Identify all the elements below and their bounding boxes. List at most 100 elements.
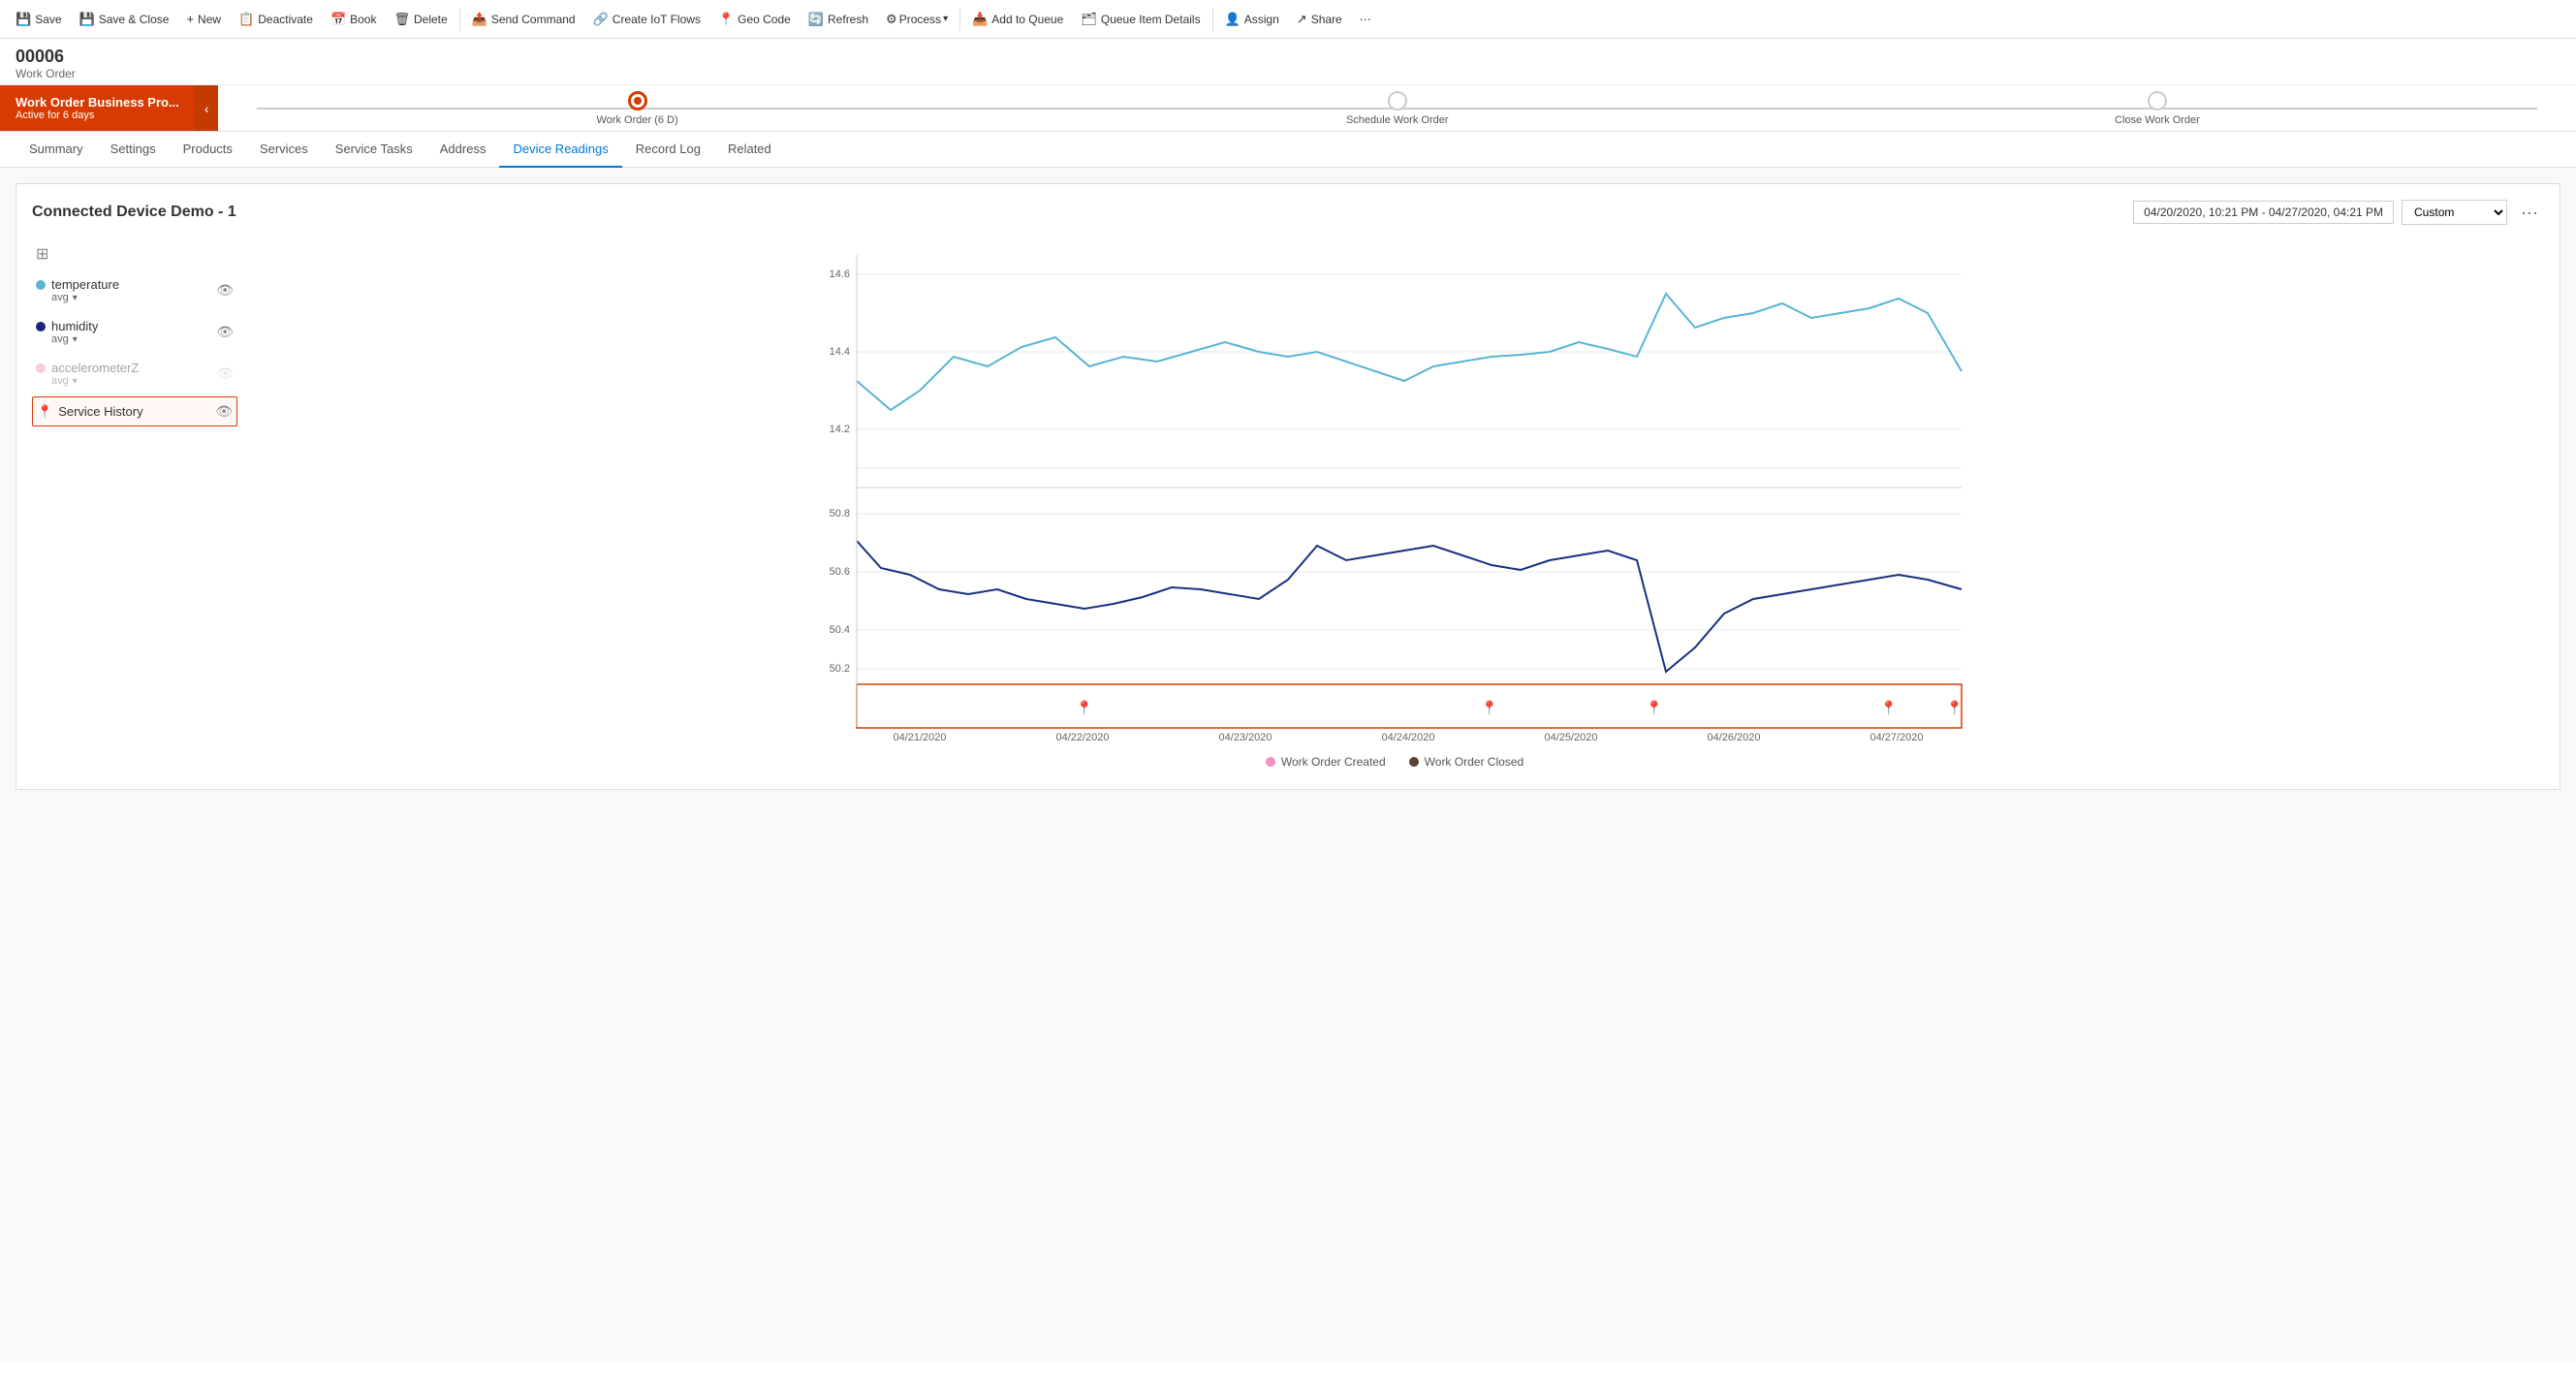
add-to-queue-icon: 📥	[972, 12, 988, 27]
work-order-closed-dot	[1409, 757, 1419, 767]
status-badge: Work Order Business Pro... Active for 6 …	[0, 85, 195, 131]
svg-text:04/22/2020: 04/22/2020	[1055, 732, 1109, 743]
legend-humidity-left: humidity avg ▾	[36, 319, 98, 345]
progress-step-3[interactable]: Close Work Order	[1777, 91, 2537, 126]
temperature-visibility-icon[interactable]: 👁	[216, 282, 234, 299]
temperature-label: temperature	[51, 277, 119, 292]
legend-work-order-created: Work Order Created	[1266, 755, 1386, 769]
record-type: Work Order	[16, 67, 2560, 80]
legend-item-accelerometerz[interactable]: accelerometerZ avg ▾ 👁	[32, 355, 237, 393]
svg-text:50.8: 50.8	[830, 508, 850, 520]
humidity-dot	[36, 322, 46, 331]
refresh-icon: 🔄	[808, 12, 824, 27]
separator-3	[1212, 8, 1213, 31]
deactivate-button[interactable]: 📋 Deactivate	[231, 8, 321, 31]
process-chevron-icon: ▾	[943, 14, 948, 24]
accel-agg: avg ▾	[36, 375, 139, 387]
tab-related[interactable]: Related	[714, 132, 785, 168]
toolbar: 💾 Save 💾 Save & Close + New 📋 Deactivate…	[0, 0, 2576, 39]
send-command-icon: 📤	[472, 12, 487, 27]
svg-text:04/26/2020: 04/26/2020	[1707, 732, 1760, 743]
panel-more-button[interactable]: ···	[2515, 201, 2544, 225]
main-content: Connected Device Demo - 1 04/20/2020, 10…	[0, 168, 2576, 1362]
svg-text:04/21/2020: 04/21/2020	[893, 732, 946, 743]
step-label-3: Close Work Order	[2115, 114, 2200, 126]
chart-container: ⊞ temperature avg ▾ 👁	[32, 240, 2544, 773]
tab-summary[interactable]: Summary	[16, 132, 97, 168]
tab-service-tasks[interactable]: Service Tasks	[322, 132, 426, 168]
legend-item-service-history[interactable]: 📍 Service History 👁	[32, 396, 237, 426]
accel-visibility-icon[interactable]: 👁	[216, 365, 234, 382]
process-icon: ⚙	[886, 12, 897, 27]
delete-button[interactable]: 🗑 Delete	[386, 8, 455, 31]
device-panel-header: Connected Device Demo - 1 04/20/2020, 10…	[32, 200, 2544, 225]
add-to-queue-button[interactable]: 📥 Add to Queue	[964, 8, 1071, 31]
legend-service-left: 📍 Service History	[37, 404, 143, 420]
chart-svg-area: 14.6 14.4 14.2 50.8 50.6 50.4	[245, 240, 2544, 773]
tab-record-log[interactable]: Record Log	[622, 132, 714, 168]
legend-item-temperature[interactable]: temperature avg ▾ 👁	[32, 271, 237, 309]
svg-text:04/27/2020: 04/27/2020	[1869, 732, 1923, 743]
create-iot-flows-button[interactable]: 🔗 Create IoT Flows	[585, 8, 708, 31]
pin-5: 📍	[1946, 700, 1963, 716]
svg-text:04/25/2020: 04/25/2020	[1544, 732, 1597, 743]
save-button[interactable]: 💾 Save	[8, 8, 70, 31]
time-range-select[interactable]: Custom Last 7 Days Last 30 Days Last 90 …	[2402, 200, 2507, 225]
accelerometerz-dot	[36, 363, 46, 373]
more-icon: ⋯	[1360, 13, 1371, 26]
step-label-1: Work Order (6 D)	[597, 114, 678, 126]
tab-device-readings[interactable]: Device Readings	[499, 132, 621, 168]
tab-address[interactable]: Address	[426, 132, 500, 168]
layer-icon-area: ⊞	[32, 240, 237, 271]
share-button[interactable]: ↗ Share	[1289, 8, 1350, 31]
progress-step-1[interactable]: Work Order (6 D)	[257, 91, 1017, 126]
progress-step-2[interactable]: Schedule Work Order	[1018, 91, 1777, 126]
process-button[interactable]: ⚙ Process ▾	[878, 8, 956, 31]
svg-text:50.4: 50.4	[830, 624, 850, 636]
humidity-visibility-icon[interactable]: 👁	[216, 324, 234, 340]
save-close-button[interactable]: 💾 Save & Close	[72, 8, 177, 31]
panel-more-icon: ···	[2521, 203, 2538, 222]
temperature-chevron-icon: ▾	[73, 293, 78, 303]
service-history-bar	[857, 684, 1962, 728]
deactivate-icon: 📋	[238, 12, 254, 27]
tab-settings[interactable]: Settings	[97, 132, 170, 168]
svg-text:50.6: 50.6	[830, 566, 850, 578]
assign-button[interactable]: 👤 Assign	[1217, 8, 1287, 31]
service-history-visibility-icon[interactable]: 👁	[215, 403, 233, 420]
pin-3: 📍	[1646, 700, 1662, 716]
collapse-status-button[interactable]: ‹	[195, 85, 219, 131]
record-id: 00006	[16, 47, 2560, 67]
status-badge-sub: Active for 6 days	[16, 110, 179, 121]
legend-item-humidity[interactable]: humidity avg ▾ 👁	[32, 313, 237, 351]
svg-text:14.2: 14.2	[830, 424, 850, 435]
tab-products[interactable]: Products	[170, 132, 246, 168]
header-right: 04/20/2020, 10:21 PM - 04/27/2020, 04:21…	[2133, 200, 2544, 225]
service-history-pin-icon: 📍	[37, 404, 52, 420]
legend-work-order-closed: Work Order Closed	[1409, 755, 1524, 769]
step-label-2: Schedule Work Order	[1346, 114, 1449, 126]
svg-text:04/24/2020: 04/24/2020	[1381, 732, 1434, 743]
geo-code-button[interactable]: 📍 Geo Code	[710, 8, 799, 31]
tab-services[interactable]: Services	[246, 132, 322, 168]
book-button[interactable]: 📅 Book	[323, 8, 385, 31]
new-icon: +	[186, 12, 194, 26]
chart-legend-bottom: Work Order Created Work Order Closed	[245, 755, 2544, 769]
queue-item-details-button[interactable]: 🗂 Queue Item Details	[1073, 8, 1208, 31]
refresh-button[interactable]: 🔄 Refresh	[801, 8, 876, 31]
accel-chevron-icon: ▾	[73, 376, 78, 387]
send-command-button[interactable]: 📤 Send Command	[464, 8, 583, 31]
separator-1	[459, 8, 460, 31]
separator-2	[959, 8, 960, 31]
work-order-created-label: Work Order Created	[1281, 755, 1386, 769]
queue-details-icon: 🗂	[1081, 12, 1097, 27]
pin-2: 📍	[1481, 700, 1497, 716]
nav-tabs: Summary Settings Products Services Servi…	[0, 132, 2576, 168]
work-order-closed-label: Work Order Closed	[1425, 755, 1524, 769]
progress-steps: Work Order (6 D) Schedule Work Order Clo…	[257, 91, 2537, 126]
pin-1: 📍	[1076, 700, 1092, 716]
new-button[interactable]: + New	[178, 8, 229, 30]
svg-text:14.6: 14.6	[830, 268, 850, 280]
more-options-button[interactable]: ⋯	[1352, 9, 1379, 30]
date-range-display: 04/20/2020, 10:21 PM - 04/27/2020, 04:21…	[2133, 201, 2394, 224]
